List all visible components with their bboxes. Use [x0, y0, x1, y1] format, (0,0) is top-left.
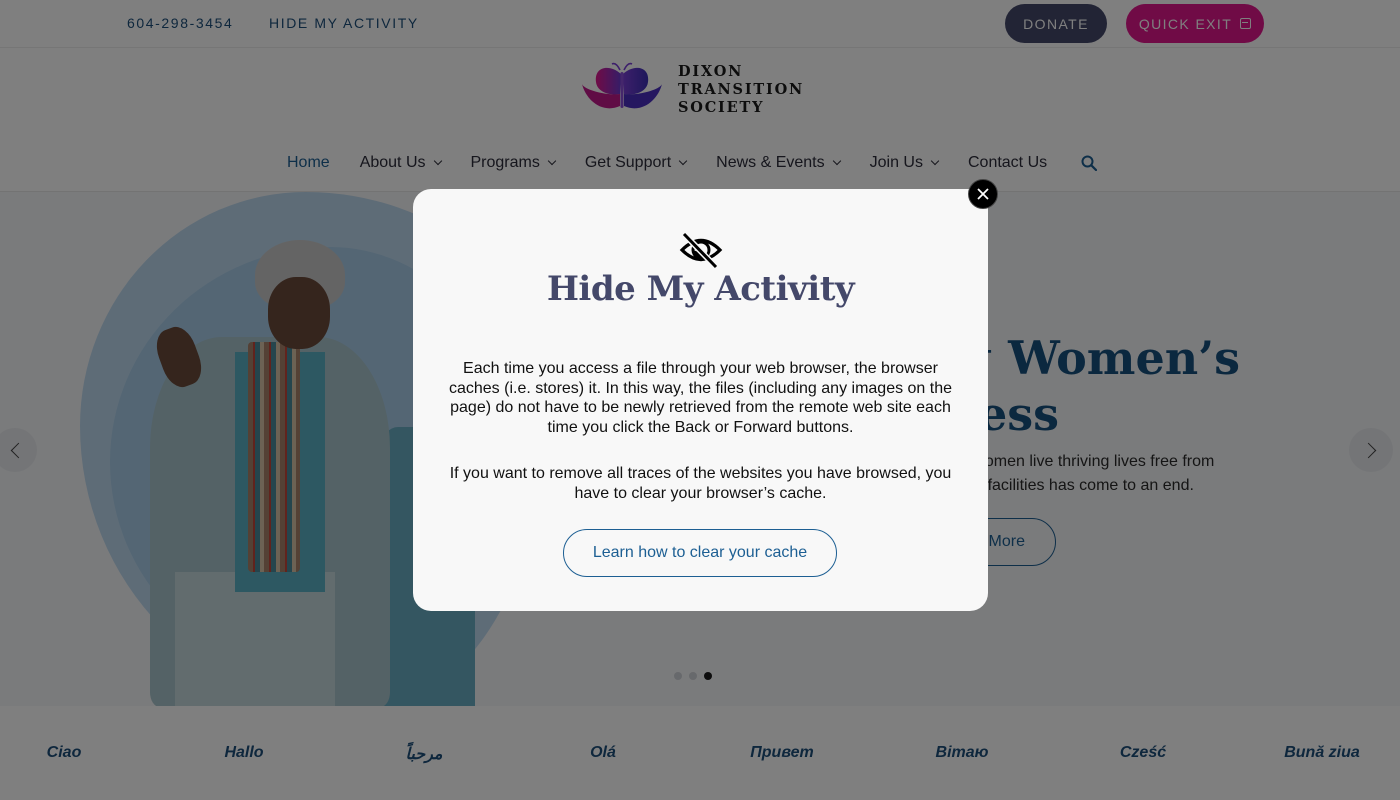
- learn-clear-cache-button[interactable]: Learn how to clear your cache: [563, 529, 837, 577]
- close-icon: [977, 188, 989, 200]
- modal-title: Hide My Activity: [546, 269, 855, 309]
- eye-slash-icon: [679, 231, 723, 269]
- modal-close-button[interactable]: [968, 179, 998, 209]
- modal-paragraph-2: If you want to remove all traces of the …: [449, 465, 952, 502]
- hide-activity-modal: Hide My Activity Each time you access a …: [413, 189, 988, 611]
- modal-paragraph-1: Each time you access a file through your…: [448, 360, 953, 436]
